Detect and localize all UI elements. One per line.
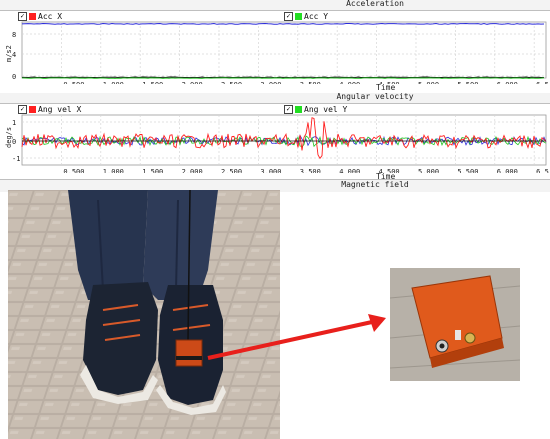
x-tick-label: 5.000 (418, 81, 439, 84)
angular-velocity-title: Angular velocity (336, 92, 414, 101)
y-tick-label: 4 (12, 51, 16, 59)
arrow-shaft (207, 320, 373, 360)
x-tick-label: 1.000 (103, 168, 124, 173)
acceleration-title: Acceleration (346, 0, 404, 8)
y-tick-label: 1 (12, 119, 16, 127)
x-tick-label: 5.000 (418, 168, 439, 173)
x-tick-label: 6.000 (497, 168, 518, 173)
y-tick-label: 0 (12, 73, 16, 81)
angular-velocity-plot: 0.500 1.000 1.500 2.000 2.500 3.000 3.500 4.000… (12, 114, 549, 173)
swatch-ang-vel-x (29, 105, 36, 113)
angular-velocity-title-bar: Angular velocity (0, 92, 550, 104)
x-tick-label: 6.000 (497, 81, 518, 84)
acceleration-xtitle: Time (376, 83, 396, 92)
swatch-acc-y (295, 12, 302, 20)
y-tick-label: -1 (12, 155, 20, 163)
x-tick-label: 4.000 (339, 81, 360, 84)
angular-velocity-panel: Angular velocity ✓ Ang vel X ✓ Ang vel Y… (0, 92, 550, 183)
sensor-closeup-photo (390, 268, 520, 381)
magnetic-field-title: Magnetic field (341, 180, 409, 189)
x-tick-label: 2.000 (182, 168, 203, 173)
y-tick-label: 8 (12, 31, 16, 39)
sensor-on-shoe (175, 339, 203, 367)
x-tick-label: 0.500 (63, 81, 84, 84)
acceleration-title-bar: Acceleration (0, 0, 550, 11)
pointer-arrow (207, 314, 386, 360)
x-tick-label: 3.000 (260, 168, 281, 173)
x-tick-label: 1.500 (142, 81, 163, 84)
x-tick-label: 1.500 (142, 168, 163, 173)
x-tick-label: 3.000 (260, 81, 281, 84)
x-tick-label: 2.000 (182, 81, 203, 84)
x-tick-label: 3.500 (300, 168, 321, 173)
x-tick-label: 4.000 (339, 168, 360, 173)
acceleration-plot: 0.500 1.000 1.500 2.000 2.500 3.000 3.500 4.000… (12, 21, 549, 84)
swatch-ang-vel-y (295, 105, 302, 113)
x-tick-label: 0.500 (63, 168, 84, 173)
x-tick-label: 2.500 (221, 81, 242, 84)
x-tick-label: 6.5 (536, 168, 549, 173)
y-tick-label: 0 (12, 138, 16, 146)
x-tick-label: 3.500 (300, 81, 321, 84)
x-tick-label: 5.500 (457, 168, 478, 173)
acceleration-panel: Acceleration ✓ Acc X ✓ Acc Y m/s2 0.5001… (0, 0, 550, 94)
swatch-acc-x (29, 12, 36, 20)
sensor-connector-right (464, 332, 476, 344)
x-tick-label: 6.5 (536, 81, 549, 84)
x-tick-label: 5.500 (457, 81, 478, 84)
x-tick-label: 1.000 (103, 81, 124, 84)
x-tick-label: 2.500 (221, 168, 242, 173)
